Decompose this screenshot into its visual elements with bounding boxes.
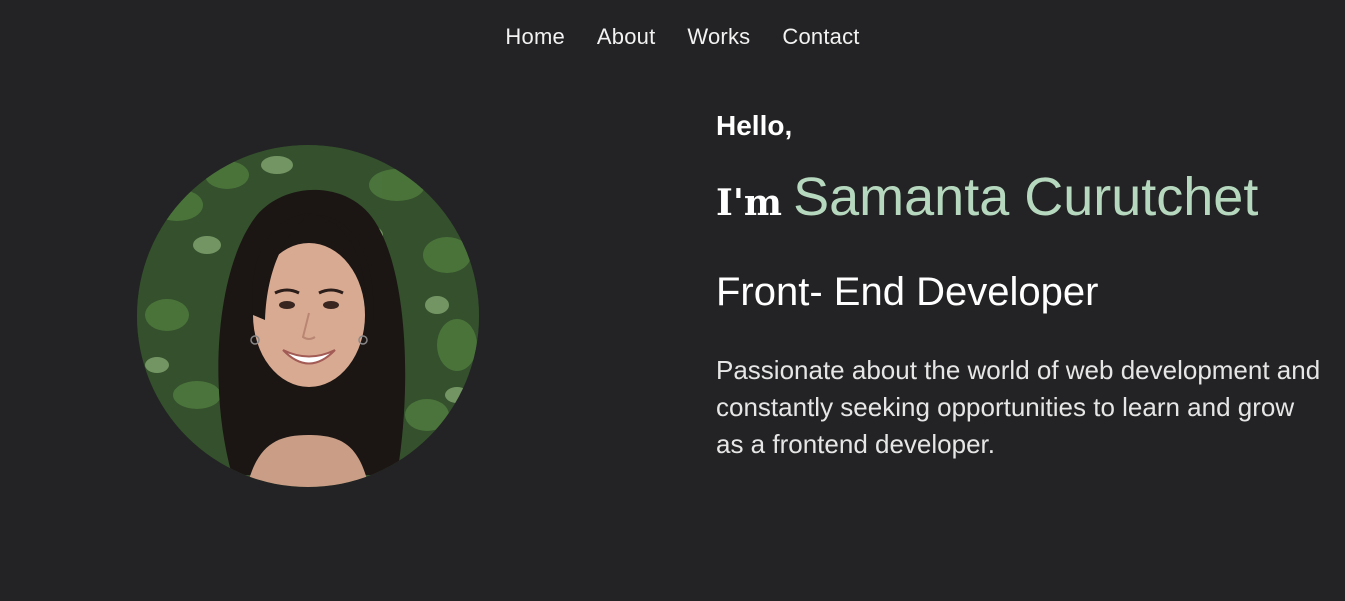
avatar <box>137 145 479 487</box>
nav-item-contact[interactable]: Contact <box>782 24 859 50</box>
intro-prefix: I'm <box>716 182 782 224</box>
role-title: Front- End Developer <box>716 270 1099 314</box>
bio-text: Passionate about the world of web develo… <box>716 355 1321 459</box>
nav-item-home[interactable]: Home <box>505 24 565 50</box>
nav-item-works[interactable]: Works <box>687 24 750 50</box>
avatar-photo <box>137 145 479 487</box>
nav-item-about[interactable]: About <box>597 24 656 50</box>
greeting: Hello, <box>716 110 793 141</box>
intro-heading: I'm Samanta Curutchet <box>716 166 1258 228</box>
developer-name: Samanta Curutchet <box>793 167 1259 227</box>
main-nav: Home About Works Contact <box>0 24 1345 50</box>
